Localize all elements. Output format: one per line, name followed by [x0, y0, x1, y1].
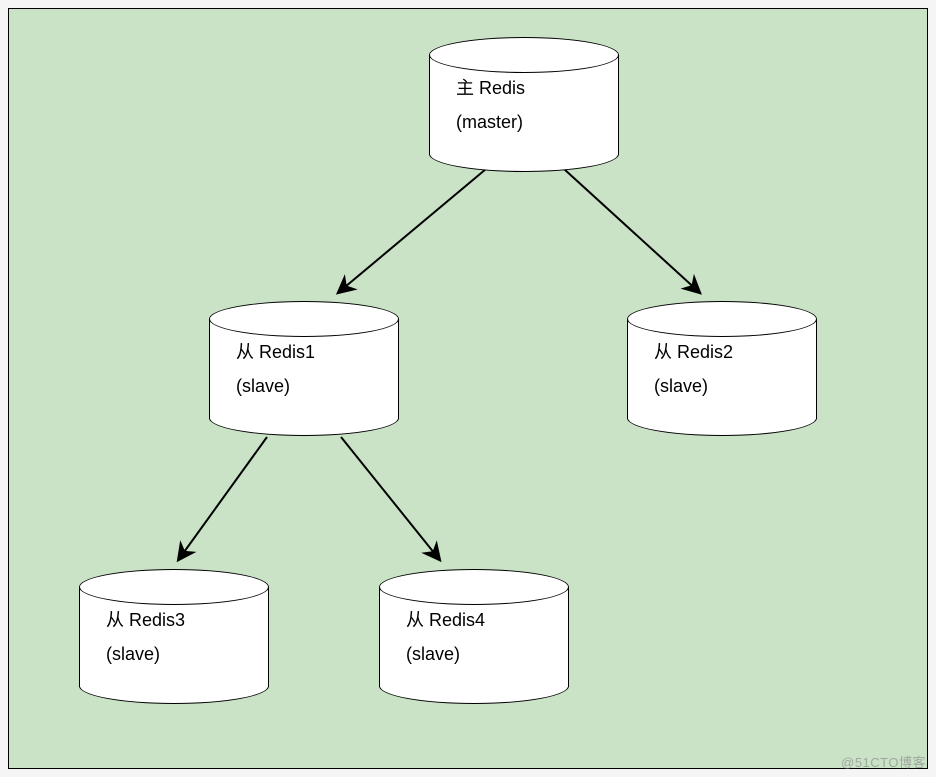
node-title: 从 Redis4: [406, 603, 485, 637]
node-subtitle: (slave): [236, 369, 290, 403]
edge-master-slave2: [564, 169, 699, 292]
cylinder-top: [429, 37, 619, 73]
node-slave1: 从 Redis1 (slave): [209, 301, 399, 436]
node-subtitle: (master): [456, 105, 523, 139]
node-title: 主 Redis: [456, 71, 525, 105]
diagram-canvas: 主 Redis (master) 从 Redis1 (slave) 从 Redi…: [8, 8, 928, 769]
node-subtitle: (slave): [406, 637, 460, 671]
cylinder-top: [209, 301, 399, 337]
node-slave4: 从 Redis4 (slave): [379, 569, 569, 704]
cylinder-top: [627, 301, 817, 337]
node-subtitle: (slave): [106, 637, 160, 671]
watermark: @51CTO博客: [841, 752, 926, 771]
cylinder-top: [79, 569, 269, 605]
node-title: 从 Redis3: [106, 603, 185, 637]
edge-master-slave1: [339, 169, 486, 292]
node-subtitle: (slave): [654, 369, 708, 403]
edge-slave1-slave4: [341, 437, 439, 559]
node-master: 主 Redis (master): [429, 37, 619, 172]
edge-slave1-slave3: [179, 437, 267, 559]
node-title: 从 Redis1: [236, 335, 315, 369]
cylinder-top: [379, 569, 569, 605]
node-slave3: 从 Redis3 (slave): [79, 569, 269, 704]
node-slave2: 从 Redis2 (slave): [627, 301, 817, 436]
node-title: 从 Redis2: [654, 335, 733, 369]
